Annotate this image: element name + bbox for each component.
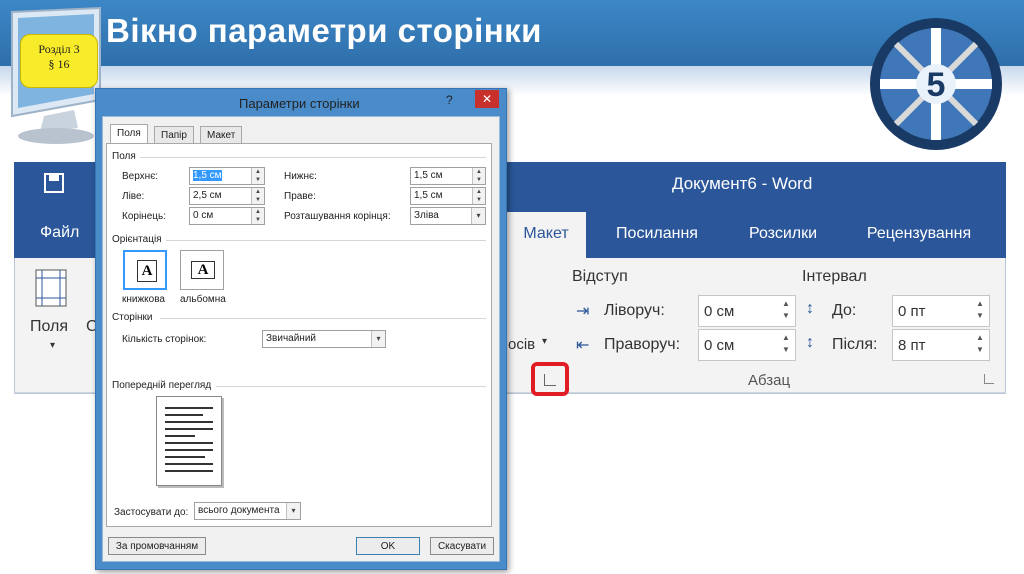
section-divider: [166, 240, 486, 241]
indent-left-icon: ⇥: [576, 303, 590, 320]
portrait-icon: A: [137, 260, 157, 282]
tab-paper[interactable]: Папір: [154, 126, 194, 144]
gutter-position-label: Розташування корінця:: [284, 211, 391, 222]
apply-to-value: всього документа: [198, 505, 280, 516]
spacing-after-input[interactable]: 8 пт ▲ ▼: [892, 329, 990, 361]
page-preview: [156, 396, 222, 486]
apply-to-select[interactable]: всього документа ▾: [194, 502, 301, 520]
pages-dropdown-icon[interactable]: ▾: [371, 331, 385, 347]
portrait-label: книжкова: [122, 294, 165, 305]
indent-left-input[interactable]: 0 см ▲ ▼: [698, 295, 796, 327]
gutter-position-select[interactable]: Зліва ▾: [410, 207, 486, 225]
tab-references[interactable]: Посилання: [598, 212, 716, 258]
indent-right-input[interactable]: 0 см ▲ ▼: [698, 329, 796, 361]
pages-select[interactable]: Звичайний ▾: [262, 330, 386, 348]
left-margin-value: 2,5 см: [193, 190, 222, 201]
dialog-title: Параметри сторінки: [239, 96, 360, 111]
launcher-highlight: [531, 362, 569, 396]
spacing-before-value: 0 пт: [898, 303, 926, 320]
bottom-margin-input[interactable]: 1,5 см ▲ ▼: [410, 167, 486, 185]
bottom-margin-spinner[interactable]: ▲ ▼: [472, 168, 485, 184]
line-numbers-fragment[interactable]: осів: [508, 336, 535, 353]
top-margin-input[interactable]: 1,5 см ▲ ▼: [189, 167, 265, 185]
spacing-before-spinner[interactable]: ▲ ▼: [973, 298, 987, 322]
portrait-option[interactable]: A: [123, 250, 167, 290]
paragraph-group-label: Абзац: [748, 372, 791, 389]
gutter-position-value: Зліва: [414, 210, 439, 221]
spacing-before-label: До:: [832, 302, 857, 319]
right-margin-value: 1,5 см: [414, 190, 443, 201]
gutter-value: 0 см: [193, 210, 214, 221]
spacing-before-input[interactable]: 0 пт ▲ ▼: [892, 295, 990, 327]
top-margin-value: 1,5 см: [193, 170, 222, 181]
spacing-after-value: 8 пт: [898, 337, 926, 354]
badge-section: Розділ 3: [38, 42, 80, 56]
set-default-button[interactable]: За промовчанням: [108, 537, 206, 555]
logo-number: 5: [927, 66, 946, 104]
margins-dropdown-icon[interactable]: ▾: [50, 340, 55, 351]
indent-left-value: 0 см: [704, 303, 735, 320]
margins-button-label[interactable]: Поля: [30, 318, 68, 336]
landscape-option[interactable]: A: [180, 250, 224, 290]
slide-title: Вікно параметри сторінки: [106, 12, 542, 49]
indent-right-value: 0 см: [704, 337, 735, 354]
indent-right-spinner[interactable]: ▲ ▼: [779, 332, 793, 356]
landscape-label: альбомна: [180, 294, 226, 305]
word-window-title: Документ6 - Word: [672, 174, 813, 193]
paragraph-launcher-icon[interactable]: [984, 374, 994, 384]
spacing-after-spinner[interactable]: ▲ ▼: [973, 332, 987, 356]
margins-section-title: Поля: [112, 151, 136, 162]
apply-to-dropdown-icon[interactable]: ▾: [286, 503, 300, 519]
bottom-margin-value: 1,5 см: [414, 170, 443, 181]
pages-label: Кількість сторінок:: [122, 334, 207, 345]
tab-file[interactable]: Файл: [40, 224, 79, 242]
gutter-input[interactable]: 0 см ▲ ▼: [189, 207, 265, 225]
tab-review[interactable]: Рецензування: [850, 212, 988, 258]
apply-to-label: Застосувати до:: [114, 507, 189, 518]
left-margin-label: Ліве:: [122, 191, 145, 202]
orientation-section-title: Орієнтація: [112, 234, 162, 245]
gutter-label: Корінець:: [122, 211, 166, 222]
indent-right-icon: ⇤: [576, 337, 590, 354]
section-badge: Розділ 3 § 16: [20, 34, 98, 88]
tab-layout-dialog[interactable]: Макет: [200, 126, 243, 144]
close-icon[interactable]: ✕: [475, 90, 499, 108]
indent-left-label: Ліворуч:: [604, 302, 665, 319]
badge-paragraph: § 16: [48, 57, 70, 71]
right-margin-label: Праве:: [284, 191, 316, 202]
left-margin-spinner[interactable]: ▲ ▼: [251, 188, 264, 204]
right-margin-spinner[interactable]: ▲ ▼: [472, 188, 485, 204]
pages-section-title: Сторінки: [112, 312, 153, 323]
margins-icon[interactable]: [34, 268, 70, 308]
tab-mailings[interactable]: Розсилки: [730, 212, 836, 258]
section-divider: [160, 318, 486, 319]
help-icon[interactable]: ?: [446, 93, 453, 107]
indent-header: Відступ: [572, 268, 628, 285]
gutter-spinner[interactable]: ▲ ▼: [251, 208, 264, 224]
spacing-after-label: Після:: [832, 336, 878, 353]
cancel-button[interactable]: Скасувати: [430, 537, 494, 555]
pages-value: Звичайний: [266, 333, 316, 344]
spacing-header: Інтервал: [802, 268, 867, 285]
tab-margins[interactable]: Поля: [110, 124, 148, 144]
landscape-icon: A: [191, 261, 215, 279]
ok-button[interactable]: OK: [356, 537, 420, 555]
top-margin-spinner[interactable]: ▲ ▼: [251, 168, 264, 184]
spacing-before-icon: ↕: [806, 300, 814, 317]
spacing-after-icon: ↕: [806, 334, 814, 351]
save-icon[interactable]: [40, 172, 70, 196]
preview-section-title: Попередній перегляд: [112, 380, 212, 391]
line-numbers-dropdown-icon[interactable]: ▾: [542, 336, 547, 347]
right-margin-input[interactable]: 1,5 см ▲ ▼: [410, 187, 486, 205]
tab-layout[interactable]: Макет: [506, 212, 586, 258]
left-margin-input[interactable]: 2,5 см ▲ ▼: [189, 187, 265, 205]
section-divider: [216, 386, 486, 387]
indent-right-label: Праворуч:: [604, 336, 681, 353]
top-margin-label: Верхнє:: [122, 171, 159, 182]
gutter-position-dropdown-icon[interactable]: ▾: [471, 208, 485, 224]
textbook-logo: 5: [870, 18, 1002, 150]
bottom-margin-label: Нижнє:: [284, 171, 317, 182]
section-divider: [140, 157, 486, 158]
indent-left-spinner[interactable]: ▲ ▼: [779, 298, 793, 322]
